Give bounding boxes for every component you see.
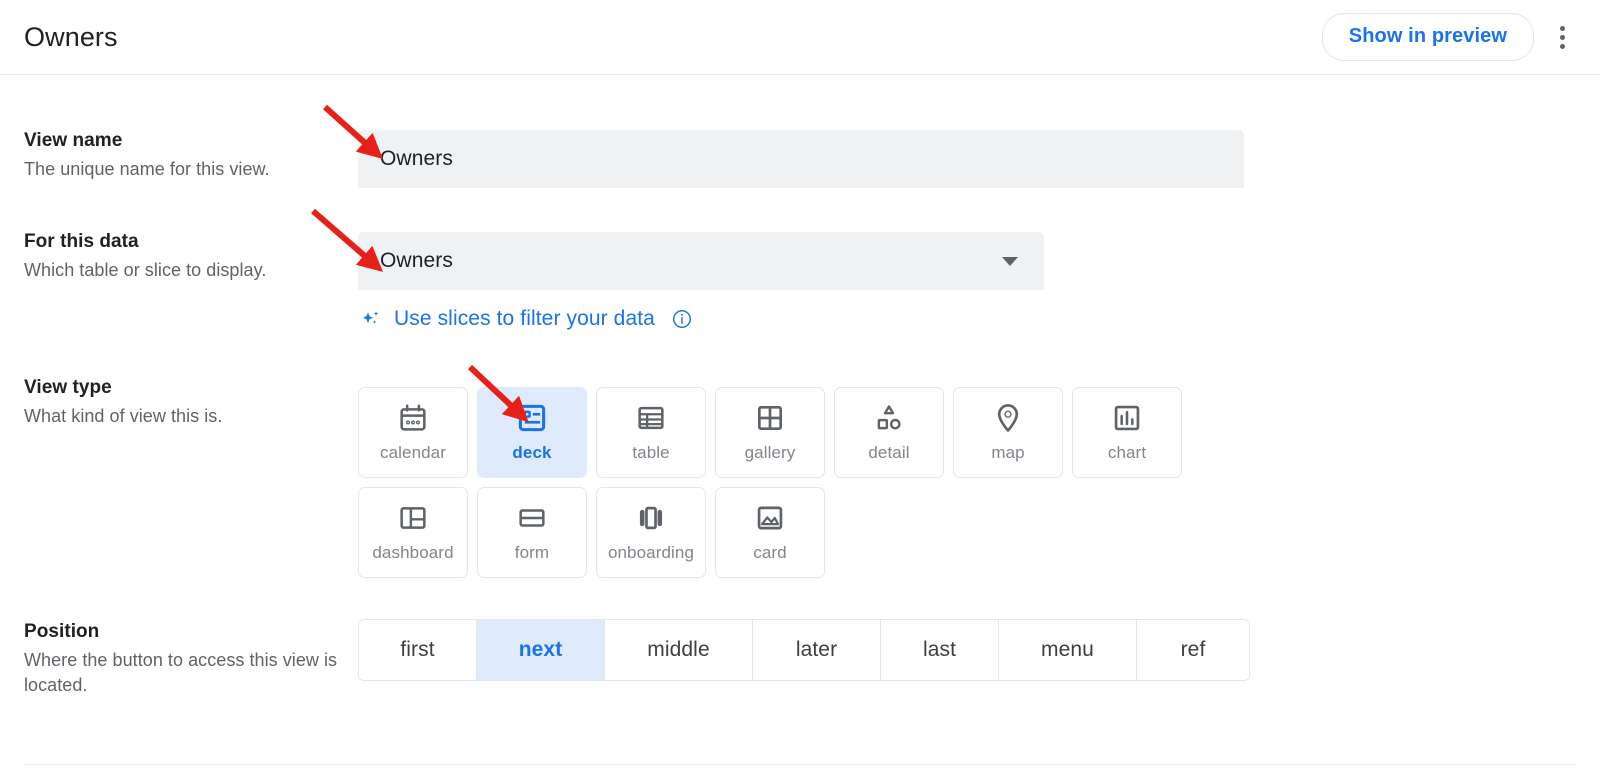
position-option-next[interactable]: next (477, 620, 605, 680)
position-segmented-control: firstnextmiddlelaterlastmenuref (358, 619, 1250, 681)
form-icon (516, 502, 548, 534)
dot (1560, 35, 1565, 40)
view-type-options: calendar deck table gallery detail map c… (358, 387, 1228, 578)
page-title: Owners (24, 22, 118, 53)
view-type-card-label: onboarding (608, 543, 694, 563)
view-name-title: View name (24, 129, 344, 153)
view-type-card-calendar[interactable]: calendar (358, 387, 468, 478)
calendar-icon (397, 402, 429, 434)
view-type-card-label: card (753, 543, 786, 563)
onboarding-icon (635, 502, 667, 534)
detail-shapes-icon (873, 402, 905, 434)
view-type-card-label: deck (512, 443, 551, 463)
show-in-preview-button[interactable]: Show in preview (1322, 13, 1534, 61)
map-pin-icon (992, 402, 1024, 434)
position-label-block: Position Where the button to access this… (24, 620, 344, 698)
position-option-ref[interactable]: ref (1137, 620, 1249, 680)
view-type-label-block: View type What kind of view this is. (24, 376, 344, 429)
position-option-middle[interactable]: middle (605, 620, 753, 680)
position-option-later[interactable]: later (753, 620, 881, 680)
view-type-card-deck[interactable]: deck (477, 387, 587, 478)
view-type-card-table[interactable]: table (596, 387, 706, 478)
view-type-card-label: calendar (380, 443, 446, 463)
view-name-description: The unique name for this view. (24, 157, 344, 182)
for-this-data-description: Which table or slice to display. (24, 258, 344, 283)
view-name-input[interactable] (358, 130, 1244, 188)
view-type-card-form[interactable]: form (477, 487, 587, 578)
info-circle-icon[interactable] (671, 308, 693, 330)
view-type-card-onboarding[interactable]: onboarding (596, 487, 706, 578)
view-settings-header: Owners Show in preview (0, 0, 1600, 75)
for-this-data-select[interactable]: Owners (358, 232, 1044, 290)
image-card-icon (754, 502, 786, 534)
dot (1560, 26, 1565, 31)
chevron-down-icon (1002, 257, 1018, 266)
sparkle-icon (360, 307, 384, 331)
bar-chart-icon (1111, 402, 1143, 434)
view-type-card-label: map (991, 443, 1024, 463)
dot (1560, 44, 1565, 49)
view-type-card-label: dashboard (372, 543, 453, 563)
view-type-card-detail[interactable]: detail (834, 387, 944, 478)
view-type-card-card[interactable]: card (715, 487, 825, 578)
header-actions: Show in preview (1322, 13, 1600, 61)
table-icon (635, 402, 667, 434)
view-type-card-dashboard[interactable]: dashboard (358, 487, 468, 578)
view-type-card-label: detail (868, 443, 909, 463)
position-description: Where the button to access this view is … (24, 648, 344, 698)
dashboard-icon (397, 502, 429, 534)
for-this-data-label-block: For this data Which table or slice to di… (24, 230, 344, 283)
position-title: Position (24, 620, 344, 644)
deck-icon (516, 402, 548, 434)
position-option-menu[interactable]: menu (999, 620, 1137, 680)
view-type-title: View type (24, 376, 344, 400)
gallery-icon (754, 402, 786, 434)
view-name-label-block: View name The unique name for this view. (24, 129, 344, 182)
view-type-card-label: chart (1108, 443, 1146, 463)
position-option-first[interactable]: first (359, 620, 477, 680)
view-type-description: What kind of view this is. (24, 404, 344, 429)
view-type-card-chart[interactable]: chart (1072, 387, 1182, 478)
position-option-last[interactable]: last (881, 620, 999, 680)
section-divider (24, 764, 1576, 765)
view-type-card-label: form (515, 543, 549, 563)
view-type-card-label: gallery (745, 443, 796, 463)
view-type-card-gallery[interactable]: gallery (715, 387, 825, 478)
for-this-data-selected-value: Owners (358, 249, 453, 273)
more-vert-icon[interactable] (1542, 15, 1582, 59)
view-type-card-map[interactable]: map (953, 387, 1063, 478)
for-this-data-title: For this data (24, 230, 344, 254)
use-slices-label: Use slices to filter your data (394, 307, 655, 331)
view-type-card-label: table (632, 443, 669, 463)
use-slices-link[interactable]: Use slices to filter your data (360, 307, 693, 331)
